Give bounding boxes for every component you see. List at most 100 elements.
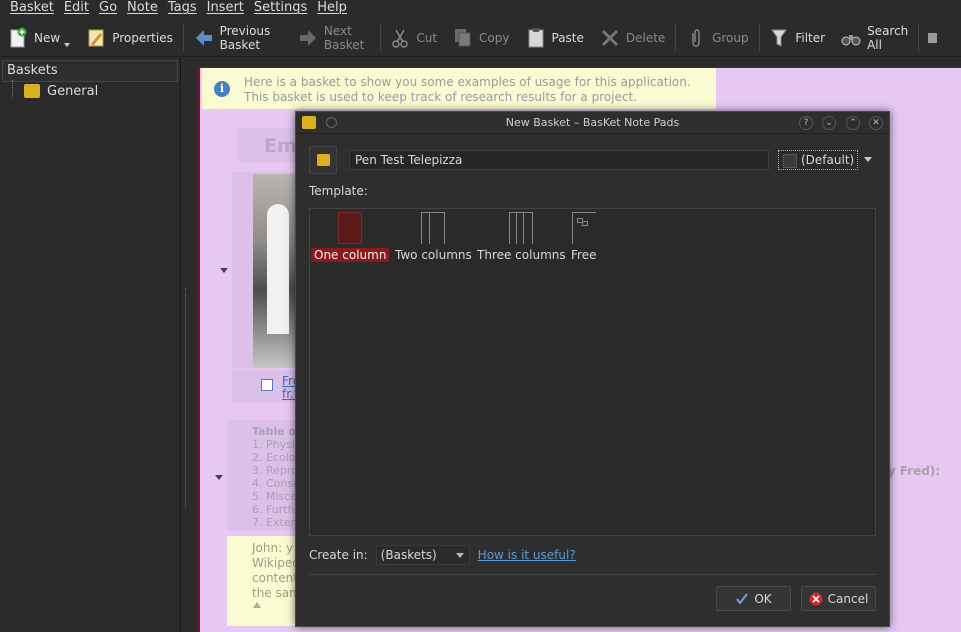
overflow-toolbar-item[interactable] — [921, 19, 961, 57]
ok-button[interactable]: OK — [716, 586, 791, 611]
funnel-icon — [769, 27, 789, 49]
two-columns-preview-icon — [421, 212, 446, 244]
basket-name-input[interactable]: Pen Test Telepizza — [349, 150, 769, 170]
template-free[interactable]: Free — [568, 209, 599, 262]
copy-icon — [453, 27, 473, 49]
tree-connector — [12, 80, 13, 98]
arrow-right-icon — [298, 27, 318, 49]
properties-icon — [86, 27, 106, 49]
menu-tags[interactable]: Tags — [163, 0, 202, 17]
info-line-1: Here is a basket to show you some exampl… — [244, 75, 691, 89]
toc-item: 2. Ecolo — [252, 451, 296, 464]
basket-app-icon — [302, 116, 316, 129]
comment-text: John: y Wikiped content the sam — [252, 541, 301, 600]
scissors-icon — [390, 27, 410, 49]
previous-basket-button[interactable]: Previous Basket — [186, 19, 290, 57]
close-icon[interactable]: ✕ — [869, 116, 883, 130]
template-one-column[interactable]: One column — [311, 209, 390, 262]
properties-button[interactable]: Properties — [78, 19, 181, 57]
paperclip-icon — [686, 27, 706, 49]
new-basket-dialog: New Basket – BasKet Note Pads ? ⌄ ⌃ ✕ Pe… — [295, 111, 890, 627]
dropdown-arrow-icon[interactable] — [64, 42, 71, 47]
how-is-it-useful-link[interactable]: How is it useful? — [478, 548, 576, 562]
copy-button[interactable]: Copy — [445, 19, 517, 57]
dialog-separator — [309, 574, 876, 575]
toc-item: 1. Physic — [252, 438, 301, 451]
one-column-preview-icon — [338, 212, 363, 244]
cancel-icon — [809, 592, 823, 606]
create-in-select[interactable]: (Baskets) — [375, 545, 470, 565]
baskets-panel-header: Baskets — [2, 60, 178, 82]
next-basket-button[interactable]: Next Basket — [290, 19, 378, 57]
pin-icon[interactable] — [326, 117, 337, 128]
toolbar-separator — [918, 23, 920, 52]
toolbar-overflow-icon — [927, 27, 947, 49]
group-button[interactable]: Group — [678, 19, 757, 57]
template-two-columns[interactable]: Two columns — [392, 209, 475, 262]
toolbar-separator — [379, 23, 381, 52]
background-color-button[interactable]: (Default) — [778, 150, 874, 170]
search-all-button[interactable]: Search All — [833, 19, 916, 57]
arrow-left-icon — [194, 27, 214, 49]
minimize-icon[interactable]: ⌄ — [822, 116, 836, 130]
menu-insert[interactable]: Insert — [202, 0, 249, 17]
link-note[interactable]: Fro fr.w — [232, 370, 304, 402]
toolbar-separator — [675, 23, 677, 52]
cancel-button[interactable]: Cancel — [801, 586, 876, 611]
toc-title: Table o — [252, 425, 296, 438]
globe-icon — [261, 379, 273, 391]
menu-basket[interactable]: Basket — [0, 0, 59, 17]
menu-settings[interactable]: Settings — [249, 0, 312, 17]
create-in-label: Create in: — [309, 548, 368, 562]
toolbar-separator — [182, 23, 184, 52]
cut-button[interactable]: Cut — [382, 19, 445, 57]
maximize-icon[interactable]: ⌃ — [846, 116, 860, 130]
paste-button[interactable]: Paste — [518, 19, 592, 57]
clipboard-icon — [526, 27, 546, 49]
create-in-row: Create in: (Baskets) How is it useful? — [309, 544, 876, 566]
info-icon: i — [214, 81, 230, 97]
color-label: (Default) — [778, 150, 858, 170]
info-line-2: This basket is used to keep track of res… — [244, 90, 638, 104]
basket-icon-button[interactable] — [309, 146, 337, 174]
toc-item: 4. Conse — [252, 477, 300, 490]
triangle-up-icon — [253, 602, 261, 608]
panel-splitter[interactable] — [185, 288, 187, 508]
binoculars-icon — [841, 27, 861, 49]
delete-button[interactable]: Delete — [592, 19, 673, 57]
menu-edit[interactable]: Edit — [59, 0, 94, 17]
menubar: Basket Edit Go Note Tags Insert Settings… — [0, 0, 961, 17]
new-document-icon — [8, 27, 28, 49]
info-note[interactable]: i Here is a basket to show you some exam… — [202, 68, 716, 109]
basket-icon — [24, 84, 40, 98]
three-columns-preview-icon — [509, 212, 534, 244]
baskets-panel: Baskets General — [0, 58, 181, 632]
chevron-down-icon[interactable] — [864, 157, 872, 162]
checkmark-icon — [735, 592, 749, 606]
toc-item: 5. Misce — [252, 490, 298, 503]
toc-text: Table o 1. Physic 2. Ecolo 3. Repro 4. C… — [252, 425, 301, 529]
toc-item: 6. Furthe — [252, 503, 302, 516]
toc-item: 7. Exten — [252, 516, 298, 529]
free-layout-preview-icon — [571, 212, 596, 244]
delete-x-icon — [600, 27, 620, 49]
toc-item: 3. Repro — [252, 464, 298, 477]
filter-button[interactable]: Filter — [761, 19, 833, 57]
menu-help[interactable]: Help — [312, 0, 352, 17]
template-three-columns[interactable]: Three columns — [474, 209, 569, 262]
sidebar-item-label: General — [47, 83, 99, 99]
sidebar-item-general[interactable]: General — [24, 82, 98, 100]
template-label: Template: — [309, 184, 368, 198]
basket-icon — [317, 154, 330, 166]
menu-note[interactable]: Note — [122, 0, 163, 17]
menu-go[interactable]: Go — [94, 0, 122, 17]
collapse-arrow-icon[interactable] — [215, 475, 223, 480]
template-list[interactable]: One column Two columns Three columns Fre… — [309, 208, 876, 536]
dialog-titlebar[interactable]: New Basket – BasKet Note Pads ? ⌄ ⌃ ✕ — [296, 112, 889, 134]
new-button[interactable]: New — [0, 19, 78, 57]
main-toolbar: New Properties Previous Basket Next Bask… — [0, 19, 961, 57]
toolbar-separator — [758, 23, 760, 52]
help-icon[interactable]: ? — [799, 116, 813, 130]
heading-text: Em — [264, 135, 297, 157]
collapse-arrow-icon[interactable] — [220, 268, 228, 273]
